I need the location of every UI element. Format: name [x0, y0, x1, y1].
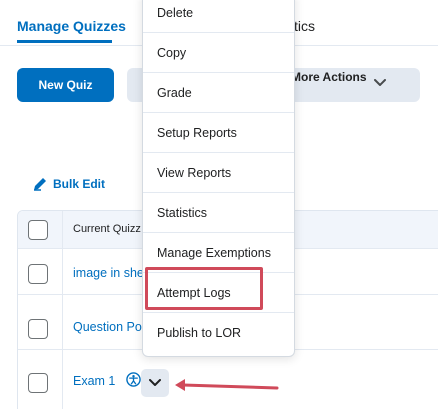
row-checkbox[interactable] — [28, 264, 48, 284]
accessibility-icon — [126, 372, 141, 387]
select-all-checkbox[interactable] — [28, 220, 48, 240]
active-tab-indicator — [17, 40, 112, 43]
menu-item-copy[interactable]: Copy — [143, 33, 294, 73]
annotation-arrow — [175, 379, 279, 391]
bulk-edit-label: Bulk Edit — [53, 177, 106, 191]
menu-item-publish-to-lor[interactable]: Publish to LOR — [143, 313, 294, 353]
quiz-link[interactable]: Exam 1 — [73, 374, 115, 388]
chevron-down-icon — [374, 79, 386, 86]
column-header-current-quizzes: Current Quizz — [73, 223, 141, 235]
menu-item-delete[interactable]: Delete — [143, 0, 294, 33]
quiz-context-menu-button[interactable] — [141, 369, 169, 397]
quiz-link[interactable]: Question Po — [73, 320, 142, 334]
chevron-down-icon — [149, 379, 161, 386]
quiz-link[interactable]: image in she — [73, 266, 144, 280]
new-quiz-button[interactable]: New Quiz — [17, 68, 114, 102]
bulk-edit-button[interactable]: Bulk Edit — [32, 176, 105, 192]
more-actions-label: More Actions — [291, 70, 367, 84]
pencil-icon — [34, 178, 46, 191]
annotation-highlight-box — [145, 267, 263, 310]
menu-item-grade[interactable]: Grade — [143, 73, 294, 113]
menu-item-view-reports[interactable]: View Reports — [143, 153, 294, 193]
row-checkbox[interactable] — [28, 373, 48, 393]
tab-manage-quizzes[interactable]: Manage Quizzes — [17, 18, 126, 34]
menu-item-statistics[interactable]: Statistics — [143, 193, 294, 233]
row-checkbox[interactable] — [28, 319, 48, 339]
menu-item-setup-reports[interactable]: Setup Reports — [143, 113, 294, 153]
column-divider — [62, 211, 63, 409]
